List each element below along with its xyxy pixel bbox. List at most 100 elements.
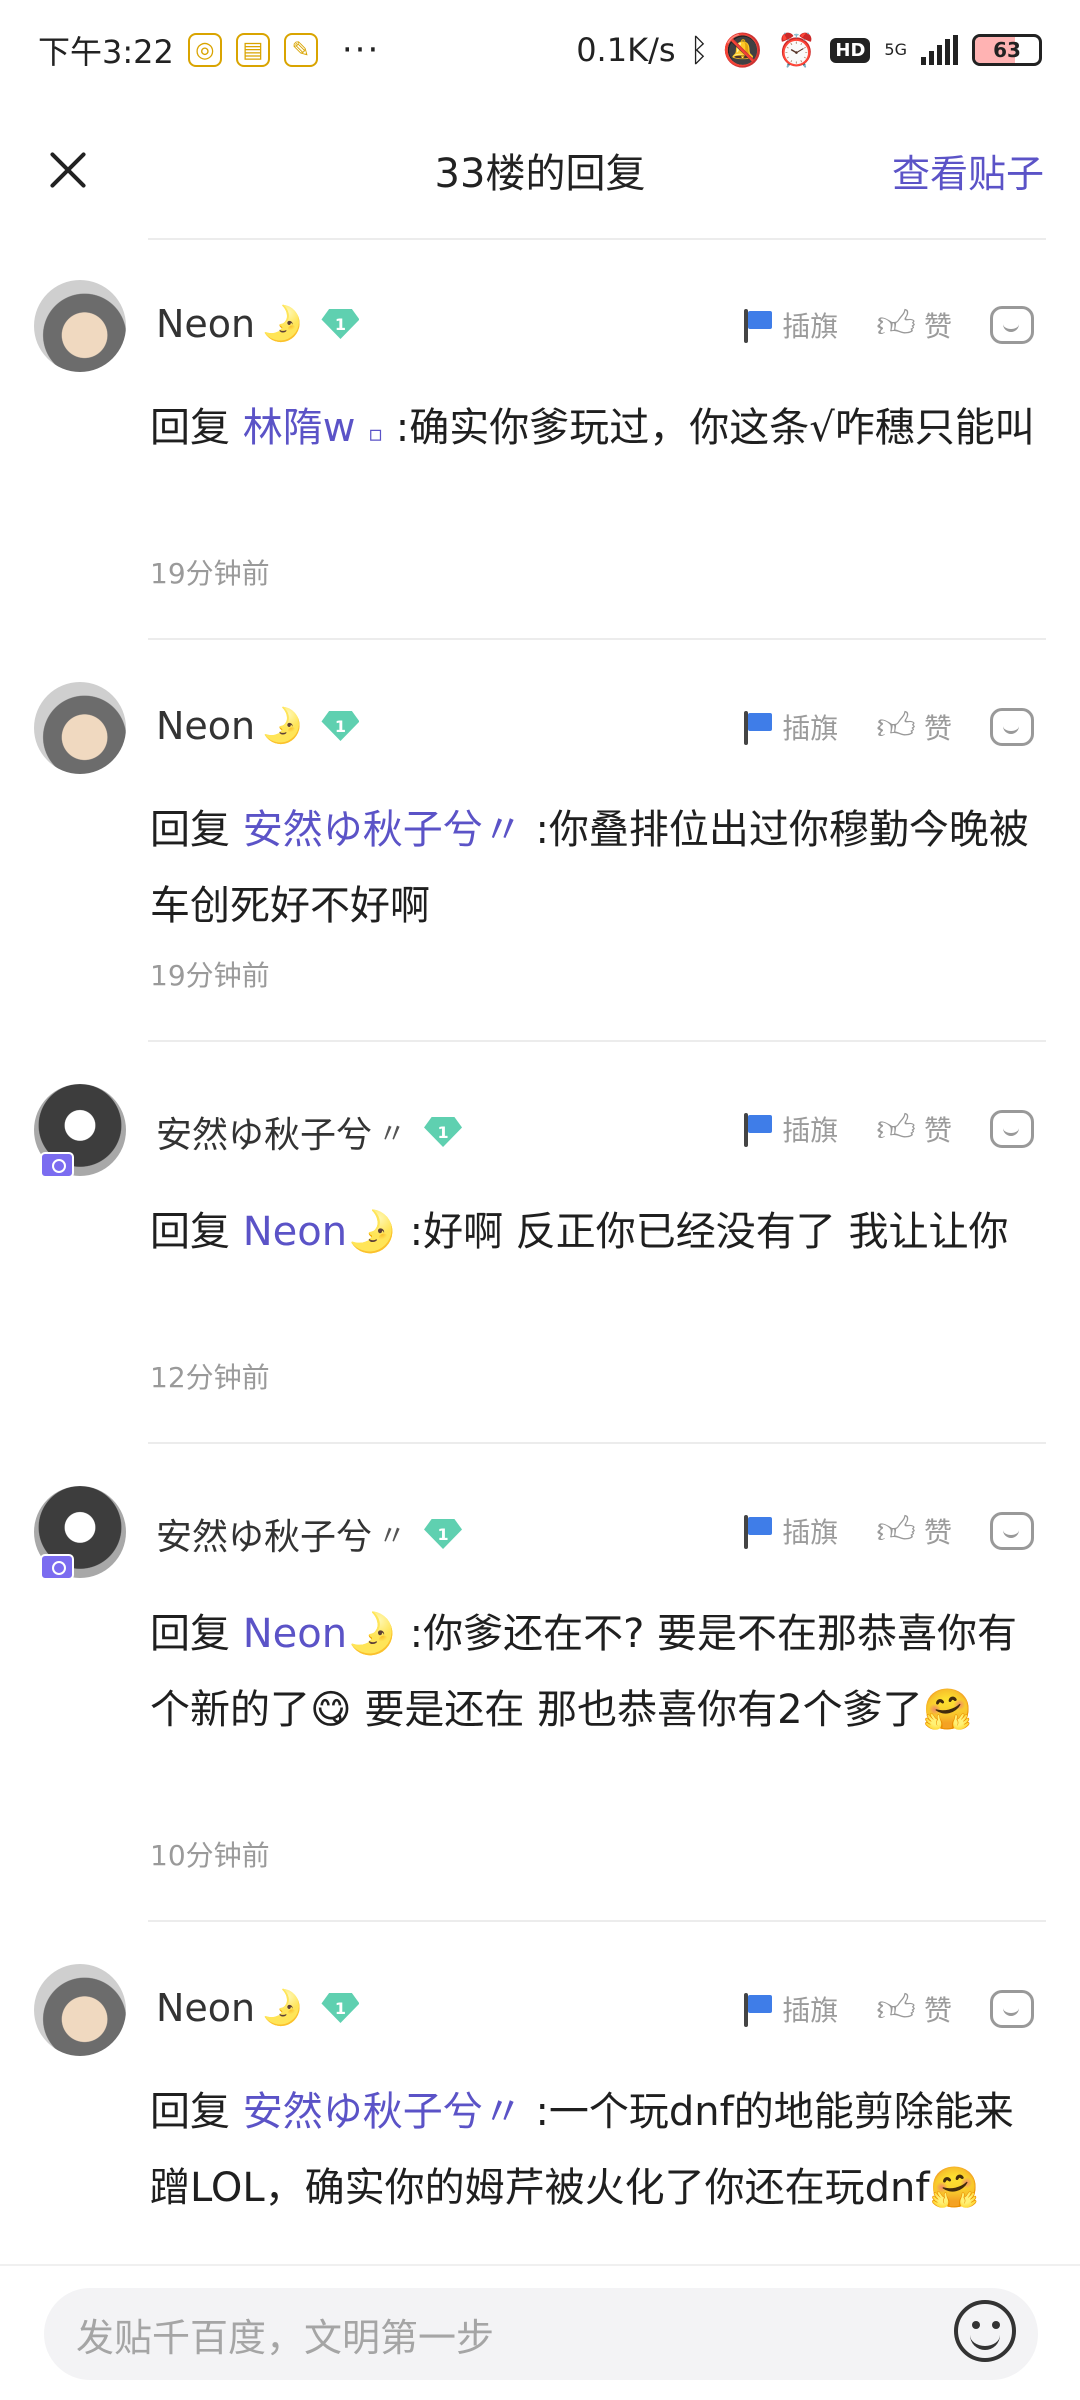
- comment-body: :确实你爹玩过，你这条√咋穗只能叫: [395, 405, 1035, 451]
- network-type: 5G: [884, 40, 907, 59]
- comment-actions: 插旗 👍︎ 赞: [738, 1106, 1034, 1152]
- comment-text: 回复 林隋w ▫ :确实你爹玩过，你这条√咋穗只能叫: [150, 390, 1046, 473]
- like-label: 赞: [923, 1114, 952, 1147]
- level-badge: 1: [424, 1519, 463, 1549]
- level-badge: 1: [321, 711, 360, 741]
- username[interactable]: Neon: [156, 1986, 255, 2030]
- thumbs-up-icon: 👍︎: [876, 704, 916, 748]
- flag-button[interactable]: 插旗: [738, 1109, 838, 1149]
- like-button[interactable]: 👍︎ 赞: [876, 1106, 952, 1152]
- reply-input[interactable]: 发贴千百度，文明第一步: [44, 2288, 1038, 2380]
- reply-icon[interactable]: [990, 708, 1034, 746]
- notes-app-icon: ▤: [235, 33, 270, 67]
- level-badge: 1: [321, 1993, 360, 2023]
- reply-icon[interactable]: [990, 1512, 1034, 1550]
- comment-actions: 插旗 👍︎ 赞: [738, 1986, 1034, 2032]
- reply-input-placeholder: 发贴千百度，文明第一步: [76, 2315, 495, 2360]
- network-speed: 0.1K/s: [576, 31, 676, 69]
- header: 33楼的回复 查看贴子: [0, 120, 1080, 220]
- like-button[interactable]: 👍︎ 赞: [876, 704, 952, 750]
- memo-app-icon: ✎: [283, 33, 318, 67]
- user-row: Neon 🌛 1: [156, 704, 360, 748]
- battery-level: 63: [993, 38, 1021, 62]
- status-bar: 下午3:22 ◎ ▤ ✎ ··· 0.1K/s ᛒ 🔕 ⏰ HD 5G 63: [0, 0, 1080, 100]
- hd-icon: HD: [830, 37, 871, 63]
- mention-link[interactable]: 安然ゆ秋子兮〃: [243, 2089, 523, 2135]
- divider: [148, 238, 1046, 240]
- comment-text: 回复 Neon🌛 :好啊 反正你已经没有了 我让让你: [150, 1194, 1046, 1270]
- mention-link[interactable]: Neon🌛: [243, 1611, 397, 1657]
- username[interactable]: 安然ゆ秋子兮: [156, 1106, 372, 1158]
- comment-actions: 插旗 👍︎ 赞: [738, 1508, 1034, 1554]
- alarm-icon: ⏰: [776, 31, 817, 69]
- timestamp: 12分钟前: [150, 1361, 270, 1394]
- comment-text: 回复 Neon🌛 :你爹还在不? 要是不在那恭喜你有个新的了😋 要是还在 那也恭…: [150, 1596, 1046, 1748]
- emoji-icon[interactable]: [954, 2300, 1016, 2362]
- comment-actions: 插旗 👍︎ 赞: [738, 302, 1034, 348]
- reply-icon[interactable]: [990, 1990, 1034, 2028]
- signal-icon: [921, 35, 958, 65]
- like-button[interactable]: 👍︎ 赞: [876, 1986, 952, 2032]
- moon-emoji: 🌛: [261, 706, 304, 746]
- mention-link[interactable]: 安然ゆ秋子兮〃: [243, 807, 523, 853]
- level-badge: 1: [321, 309, 360, 339]
- bottom-input-bar: 发贴千百度，文明第一步: [0, 2264, 1080, 2400]
- like-button[interactable]: 👍︎ 赞: [876, 302, 952, 348]
- username[interactable]: Neon: [156, 704, 255, 748]
- divider: [148, 638, 1046, 640]
- username[interactable]: 安然ゆ秋子兮: [156, 1508, 372, 1560]
- flag-label: 插旗: [782, 712, 839, 745]
- vip-badge-icon: [40, 1152, 74, 1178]
- thumbs-up-icon: 👍︎: [876, 1508, 916, 1552]
- timestamp: 19分钟前: [150, 959, 270, 992]
- clock: 下午3:22: [38, 33, 174, 71]
- thumbs-up-icon: 👍︎: [876, 1986, 916, 2030]
- timestamp: 10分钟前: [150, 1839, 270, 1872]
- reply-prefix: 回复: [150, 1611, 230, 1657]
- comment-text: 回复 安然ゆ秋子兮〃 :你叠排位出过你穆勤今晚被车创死好不好啊: [150, 792, 1046, 944]
- user-row: 安然ゆ秋子兮 〃 1: [156, 1106, 463, 1158]
- flag-icon: [738, 1513, 774, 1549]
- reply-icon[interactable]: [990, 306, 1034, 344]
- battery-icon: 63: [972, 34, 1042, 66]
- like-label: 赞: [923, 310, 952, 343]
- user-row: Neon 🌛 1: [156, 1986, 360, 2030]
- like-label: 赞: [923, 1516, 952, 1549]
- username[interactable]: Neon: [156, 302, 255, 346]
- flag-button[interactable]: 插旗: [738, 707, 838, 747]
- mention-link[interactable]: Neon🌛: [243, 1209, 397, 1255]
- flag-label: 插旗: [782, 1114, 839, 1147]
- reply-icon[interactable]: [990, 1110, 1034, 1148]
- status-bar-left: 下午3:22 ◎ ▤ ✎ ···: [38, 27, 380, 73]
- flag-button[interactable]: 插旗: [738, 1511, 838, 1551]
- comment-actions: 插旗 👍︎ 赞: [738, 704, 1034, 750]
- reply-prefix: 回复: [150, 1209, 230, 1255]
- like-label: 赞: [923, 712, 952, 745]
- avatar[interactable]: [34, 280, 126, 372]
- flag-button[interactable]: 插旗: [738, 305, 838, 345]
- reply-prefix: 回复: [150, 807, 230, 853]
- reply-prefix: 回复: [150, 2089, 230, 2135]
- vip-badge-icon: [40, 1554, 74, 1580]
- flag-button[interactable]: 插旗: [738, 1989, 838, 2029]
- avatar[interactable]: [34, 682, 126, 774]
- comment-body: :好啊 反正你已经没有了 我让让你: [409, 1209, 1009, 1255]
- like-button[interactable]: 👍︎ 赞: [876, 1508, 952, 1554]
- username-suffix: 〃: [378, 1117, 407, 1150]
- more-notifications-icon: ···: [341, 30, 381, 70]
- like-label: 赞: [923, 1994, 952, 2027]
- thumbs-up-icon: 👍︎: [876, 302, 916, 346]
- divider: [148, 1920, 1046, 1922]
- status-bar-right: 0.1K/s ᛒ 🔕 ⏰ HD 5G 63: [576, 31, 1042, 69]
- avatar[interactable]: [34, 1964, 126, 2056]
- user-row: Neon 🌛 1: [156, 302, 360, 346]
- mention-suffix: ▫: [368, 422, 384, 447]
- moon-emoji: 🌛: [261, 1988, 304, 2028]
- mention-link[interactable]: 林隋w: [243, 405, 356, 451]
- thumbs-up-icon: 👍︎: [876, 1106, 916, 1150]
- username-suffix: 〃: [378, 1519, 407, 1552]
- flag-label: 插旗: [782, 1516, 839, 1549]
- view-post-link[interactable]: 查看贴子: [892, 143, 1044, 198]
- divider: [148, 1040, 1046, 1042]
- bluetooth-icon: ᛒ: [689, 31, 709, 69]
